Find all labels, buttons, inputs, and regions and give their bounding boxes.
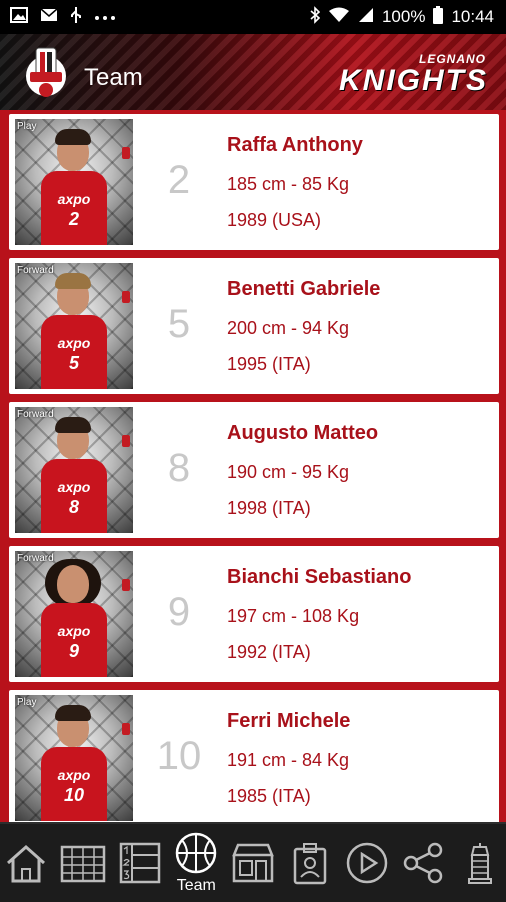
player-card[interactable]: Play axpo 2 2 Raffa Anthony 185 cm - 85 …	[9, 114, 499, 250]
player-number: 2	[167, 158, 191, 202]
nav-video[interactable]	[341, 828, 393, 898]
player-hair	[55, 273, 91, 289]
nav-shop[interactable]	[227, 828, 279, 898]
player-name: Bianchi Sebastiano	[227, 566, 412, 588]
more-icon	[94, 9, 116, 25]
nav-standings[interactable]	[114, 828, 166, 898]
battery-icon	[433, 5, 444, 29]
player-birth-year: 1989 (USA)	[227, 210, 322, 230]
player-name: Raffa Anthony	[227, 134, 363, 156]
player-role: Forward	[17, 409, 54, 420]
bluetooth-icon	[310, 5, 321, 29]
player-birth-year: 1985 (ITA)	[227, 786, 311, 806]
battery-percent: 100%	[381, 7, 426, 26]
player-photo: Forward axpo 9	[15, 551, 133, 677]
nav-trophy[interactable]	[454, 828, 506, 898]
player-photo: Forward axpo 5	[15, 263, 133, 389]
jersey-sponsor: axpo	[57, 623, 91, 639]
status-bar: 100% 10:44	[0, 0, 506, 34]
player-jersey: axpo 5	[41, 315, 107, 389]
home-icon	[4, 841, 48, 885]
player-birth-year: 1998 (ITA)	[227, 498, 311, 518]
player-height-weight: 190 cm - 95 Kg	[227, 462, 350, 482]
player-height-weight: 200 cm - 94 Kg	[227, 318, 350, 338]
jersey-number: 9	[68, 641, 79, 661]
player-hair	[55, 129, 91, 145]
player-role: Play	[17, 121, 37, 132]
standings-icon	[118, 841, 162, 885]
player-birth-year: 1992 (ITA)	[227, 642, 311, 662]
player-name: Benetti Gabriele	[227, 278, 381, 300]
player-card[interactable]: Play axpo 10 10 Ferri Michele 191 cm - 8…	[9, 690, 499, 822]
share-icon	[401, 841, 445, 885]
player-hair	[55, 417, 91, 433]
team-badge-icon	[122, 579, 130, 591]
nav-team-label: Team	[176, 877, 216, 894]
player-jersey: axpo 9	[41, 603, 107, 677]
player-name: Ferri Michele	[227, 710, 351, 732]
jersey-number: 2	[68, 209, 79, 229]
player-jersey: axpo 8	[41, 459, 107, 533]
status-bar-left	[0, 6, 116, 28]
team-logo	[22, 42, 70, 102]
jersey-number: 10	[63, 785, 85, 805]
player-card[interactable]: Forward axpo 5 5 Benetti Gabriele 200 cm…	[9, 258, 499, 394]
bottom-navigation: Team	[0, 822, 506, 902]
basketball-icon	[173, 831, 219, 875]
play-icon	[344, 841, 390, 885]
player-number: 8	[167, 446, 191, 490]
player-jersey: axpo 2	[41, 171, 107, 245]
nav-badge[interactable]	[284, 828, 336, 898]
player-card[interactable]: Forward axpo 8 8 Augusto Matteo 190 cm -…	[9, 402, 499, 538]
nav-calendar[interactable]	[57, 828, 109, 898]
mail-icon	[40, 8, 58, 26]
brand-main-text: KNIGHTS	[339, 64, 488, 97]
player-role: Forward	[17, 265, 54, 276]
player-birth-year: 1995 (ITA)	[227, 354, 311, 374]
team-badge-icon	[122, 291, 130, 303]
status-bar-right: 100% 10:44	[310, 5, 506, 29]
player-photo: Play axpo 2	[15, 119, 133, 245]
usb-icon	[70, 6, 82, 28]
badge-icon	[292, 841, 328, 885]
clock: 10:44	[451, 7, 494, 26]
player-height-weight: 191 cm - 84 Kg	[227, 750, 350, 770]
player-height-weight: 185 cm - 85 Kg	[227, 174, 350, 194]
player-photo: Forward axpo 8	[15, 407, 133, 533]
jersey-number: 5	[68, 353, 79, 373]
player-number: 10	[156, 734, 202, 778]
player-jersey: axpo 10	[41, 747, 107, 821]
brand-logo: LEGNANO KNIGHTS	[332, 48, 492, 98]
calendar-icon	[59, 841, 107, 885]
player-number: 5	[167, 302, 191, 346]
player-head	[57, 565, 89, 603]
jersey-sponsor: axpo	[57, 479, 91, 495]
jersey-number: 8	[68, 497, 79, 517]
jersey-sponsor: axpo	[57, 191, 91, 207]
player-height-weight: 197 cm - 108 Kg	[227, 606, 360, 626]
player-hair	[55, 705, 91, 721]
player-role: Forward	[17, 553, 54, 564]
jersey-sponsor: axpo	[57, 335, 91, 351]
player-list[interactable]: Play axpo 2 2 Raffa Anthony 185 cm - 85 …	[0, 110, 506, 822]
trophy-icon	[465, 841, 495, 885]
player-role: Play	[17, 697, 37, 708]
team-badge-icon	[122, 147, 130, 159]
wifi-icon	[328, 7, 350, 28]
signal-icon	[358, 7, 374, 28]
team-badge-icon	[122, 723, 130, 735]
nav-share[interactable]	[397, 828, 449, 898]
jersey-sponsor: axpo	[57, 767, 91, 783]
page-title: Team	[84, 64, 143, 91]
team-badge-icon	[122, 435, 130, 447]
image-icon	[10, 7, 28, 27]
player-name: Augusto Matteo	[227, 422, 379, 444]
nav-home[interactable]	[0, 828, 52, 898]
shop-icon	[230, 841, 276, 885]
nav-team[interactable]: Team	[170, 828, 222, 898]
player-photo: Play axpo 10	[15, 695, 133, 821]
player-card[interactable]: Forward axpo 9 9 Bianchi Sebastiano 197 …	[9, 546, 499, 682]
player-number: 9	[167, 590, 191, 634]
app-header: Team LEGNANO KNIGHTS	[0, 34, 506, 110]
